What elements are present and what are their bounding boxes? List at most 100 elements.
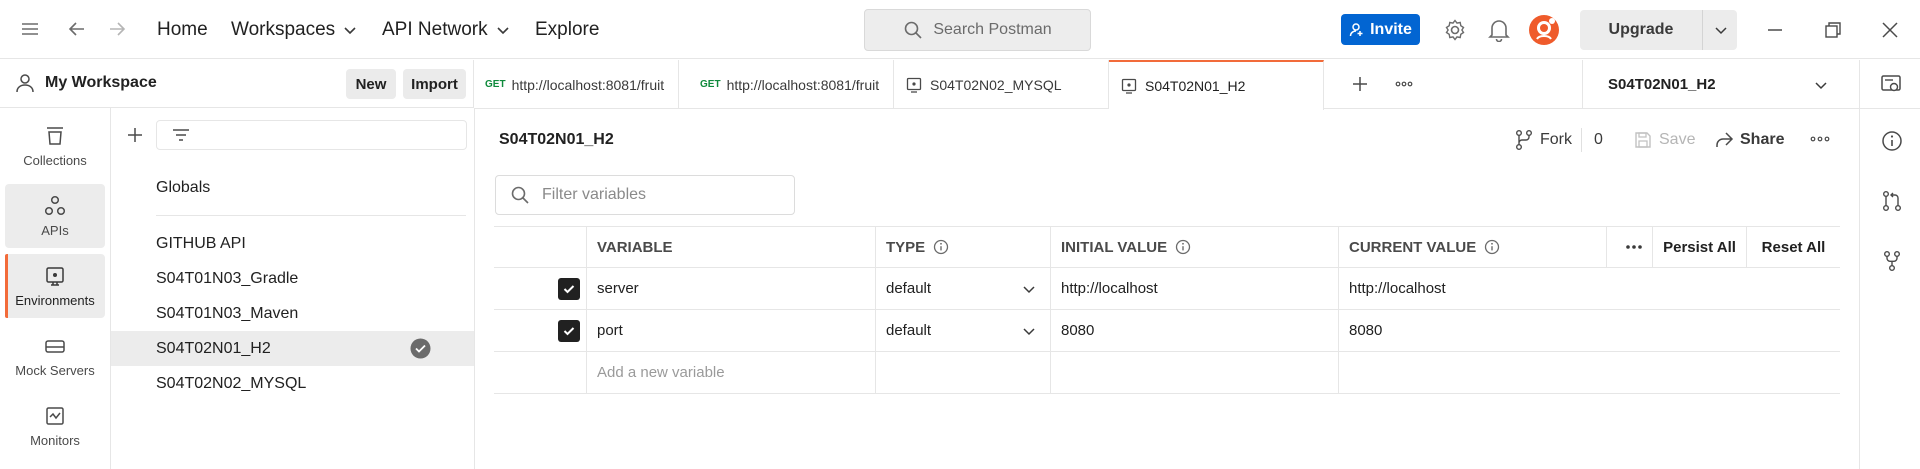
info-icon[interactable] [1476,239,1500,255]
environment-item-active[interactable]: S04T02N01_H2 [111,331,474,366]
variable-cell[interactable]: server [586,268,875,309]
add-user-icon [1349,22,1370,38]
row-checkbox-cell [494,268,586,309]
sidebar-item-environments[interactable]: Environments [5,254,105,318]
chevron-down-icon [343,23,357,37]
fork-button[interactable]: Fork [1514,128,1572,152]
row-checkbox-cell [494,310,586,351]
initial-value-cell[interactable]: http://localhost [1050,268,1338,309]
enabled-checkbox[interactable] [558,277,580,300]
search-input[interactable]: Search Postman [864,9,1091,51]
empty-initial-cell[interactable] [1050,352,1338,393]
share-label: Share [1740,131,1785,148]
tab-environment-active[interactable]: S04T02N01_H2 [1109,60,1324,110]
back-arrow-icon[interactable] [67,19,87,39]
nav-home[interactable]: Home [157,0,208,59]
fork-icon [1514,129,1534,151]
header-type: TYPE [875,227,1050,267]
apis-icon [44,195,66,217]
info-icon[interactable] [925,239,949,255]
search-icon [510,185,542,205]
tab-label: http://localhost:8081/fruit [511,76,665,93]
active-check-icon[interactable] [410,338,431,359]
settings-gear-icon[interactable] [1443,18,1467,42]
current-value: 8080 [1349,322,1383,339]
environment-item[interactable]: GITHUB API [111,226,474,261]
nav-explore[interactable]: Explore [535,0,599,59]
avatar[interactable] [1528,14,1560,46]
table-more-options[interactable] [1606,227,1652,267]
persist-all-button[interactable]: Persist All [1652,227,1746,267]
environment-item[interactable]: S04T02N02_MYSQL [111,366,474,401]
environment-item[interactable]: S04T01N03_Maven [111,296,474,331]
tab-label: http://localhost:8081/fruit [726,76,880,93]
invite-button[interactable]: Invite [1341,14,1420,45]
nav-home-label: Home [157,18,208,40]
enabled-checkbox[interactable] [558,319,580,342]
search-placeholder: Search Postman [933,21,1052,38]
environment-tab-icon [906,77,930,93]
forward-arrow-icon[interactable] [107,19,127,39]
notifications-bell-icon[interactable] [1488,18,1510,42]
environments-icon [44,265,66,287]
environment-selector[interactable]: S04T02N01_H2 [1582,60,1860,109]
sidebar-item-label: APIs [41,222,69,238]
save-button[interactable]: Save [1634,128,1695,152]
tab-request[interactable]: GET http://localhost:8081/fruit [679,60,894,109]
sidebar-item-apis[interactable]: APIs [5,184,105,248]
pull-request-icon[interactable] [1881,190,1903,212]
filter-variables-placeholder: Filter variables [542,186,647,203]
nav-explore-label: Explore [535,18,600,40]
upgrade-label: Upgrade [1580,10,1703,50]
more-options-icon[interactable] [1809,131,1831,147]
sidebar-item-mock-servers[interactable]: Mock Servers [5,324,105,388]
more-tabs-icon[interactable] [1394,76,1414,92]
environment-quick-look-icon[interactable] [1880,73,1902,95]
variable-cell[interactable]: port [586,310,875,351]
hamburger-icon[interactable] [20,20,40,38]
add-variable-placeholder: Add a new variable [597,364,725,381]
tab-environment[interactable]: S04T02N02_MYSQL [894,60,1109,109]
nav-workspaces[interactable]: Workspaces [231,0,357,59]
table-row: port default 8080 8080 [494,310,1840,352]
add-variable-row: Add a new variable [494,352,1840,394]
fork-label: Fork [1540,131,1572,148]
sidebar-item-monitors[interactable]: Monitors [5,394,105,458]
chevron-down-icon [1022,324,1036,338]
empty-type-cell[interactable] [875,352,1050,393]
workspace-name[interactable]: My Workspace [45,74,157,92]
sidebar-item-collections[interactable]: Collections [5,114,105,178]
current-value-cell[interactable]: 8080 [1338,310,1840,351]
empty-current-cell[interactable] [1338,352,1840,393]
upgrade-dropdown-button[interactable] [1704,10,1737,50]
minimize-window-icon[interactable] [1765,20,1785,40]
current-value-cell[interactable]: http://localhost [1338,268,1840,309]
tab-request[interactable]: GET http://localhost:8081/fruit [475,60,679,109]
header-variable: VARIABLE [586,227,875,267]
type-select[interactable]: default [875,268,1050,309]
close-window-icon[interactable] [1880,20,1900,40]
environment-filter[interactable] [156,120,467,150]
environment-item[interactable]: S04T01N03_Gradle [111,261,474,296]
new-button[interactable]: New [346,69,396,99]
initial-value-cell[interactable]: 8080 [1050,310,1338,351]
upgrade-button[interactable]: Upgrade [1580,10,1708,50]
type-value: default [886,280,932,297]
right-sidebar [1859,60,1920,469]
share-icon [1714,131,1734,149]
new-tab-icon[interactable] [1351,75,1369,93]
import-button[interactable]: Import [403,69,466,99]
type-select[interactable]: default [875,310,1050,351]
add-environment-icon[interactable] [126,126,144,144]
environment-globals[interactable]: Globals [111,170,474,205]
reset-all-button[interactable]: Reset All [1746,227,1840,267]
info-icon[interactable] [1167,239,1191,255]
nav-api-network[interactable]: API Network [382,0,510,59]
share-button[interactable]: Share [1714,128,1784,152]
filter-variables-input[interactable]: Filter variables [495,175,795,215]
restore-window-icon[interactable] [1823,20,1843,40]
add-variable-input[interactable]: Add a new variable [586,352,875,393]
fork-icon[interactable] [1881,250,1903,272]
mock-servers-icon [44,335,66,357]
info-icon[interactable] [1881,130,1903,152]
